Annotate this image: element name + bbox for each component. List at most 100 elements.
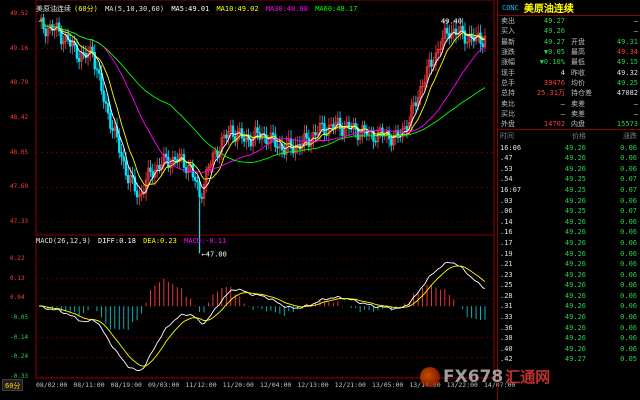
tick-row[interactable]: .42 49.27 0.05 <box>498 354 640 365</box>
quote-value: — <box>633 27 638 36</box>
quote-value: 49.27 <box>543 17 565 26</box>
candle-body <box>193 176 197 181</box>
tick-header: 时间 价格 涨跌 <box>498 130 640 142</box>
candle-body <box>98 69 101 74</box>
fx678-logo-icon <box>420 366 440 387</box>
tick-time: .06 <box>500 207 513 216</box>
quote-table: 卖出 49.27 — 买入 49.26 — 最新 49.27 开盘 49.31 涨跌 ▼0.05 最高 4… <box>498 16 640 129</box>
tick-change: 0.06 <box>620 228 637 237</box>
quote-value: 49.26 <box>543 27 565 36</box>
tick-change: 0.06 <box>620 154 637 163</box>
candle-body <box>198 181 201 198</box>
quote-value: 49.15 <box>616 58 638 67</box>
tick-change: 0.05 <box>620 355 637 364</box>
tick-row[interactable]: 16:06 49.26 0.06 <box>498 142 640 153</box>
candle-body <box>231 125 235 137</box>
tick-row[interactable]: .38 49.26 0.06 <box>498 333 640 344</box>
candle-body <box>106 103 110 114</box>
tick-row[interactable]: .23 49.26 0.06 <box>498 269 640 280</box>
tick-time: 16:07 <box>500 185 522 194</box>
price-tick-label: 48.42 <box>10 114 29 121</box>
tick-price: 49.26 <box>564 270 586 279</box>
quote-label: 买比 <box>501 109 515 118</box>
tick-time: .40 <box>500 344 513 353</box>
candle-body <box>120 152 123 158</box>
price-chart[interactable]: 49.40 ←47.00 <box>0 0 497 400</box>
tick-row[interactable]: .25 49.26 0.06 <box>498 280 640 291</box>
time-tick-label: 09/03:00 <box>148 381 180 389</box>
tick-change: 0.07 <box>620 175 637 184</box>
candle-body <box>323 123 326 136</box>
tick-list[interactable]: 16:06 49.26 0.06.47 49.26 0.06.53 49.26 0.06.5… <box>498 142 640 364</box>
candle-body <box>149 167 152 172</box>
tick-time: .25 <box>500 281 513 290</box>
quote-value: — <box>633 109 638 118</box>
tick-row[interactable]: .54 49.25 0.07 <box>498 174 640 185</box>
tick-row[interactable]: .53 49.26 0.06 <box>498 163 640 174</box>
period-label: (60分) <box>74 5 98 13</box>
tick-change: 0.06 <box>620 260 637 269</box>
tick-time: .19 <box>500 249 513 258</box>
tick-row[interactable]: .47 49.26 0.06 <box>498 153 640 164</box>
tick-row[interactable]: .06 49.25 0.07 <box>498 206 640 217</box>
tick-price: 49.26 <box>564 217 586 226</box>
quote-value: 49.34 <box>616 48 638 57</box>
tick-change: 0.06 <box>620 238 637 247</box>
tick-time: .38 <box>500 334 513 343</box>
quote-value: 15573 <box>616 120 638 129</box>
time-tick-label: 08/02:00 <box>36 381 68 389</box>
chart-panel[interactable]: 49.40 ←47.00 美原油连续 (60分) MA(5,10,30,60) MA… <box>0 0 515 400</box>
price-tick-label: 49.52 <box>10 10 29 17</box>
tick-row[interactable]: .40 49.26 0.06 <box>498 344 640 355</box>
tick-row[interactable]: .17 49.26 0.06 <box>498 238 640 249</box>
candle-body <box>341 128 344 136</box>
candle-body <box>95 68 99 71</box>
candle-body <box>109 112 112 129</box>
tick-row[interactable]: .19 49.26 0.06 <box>498 248 640 259</box>
tick-row[interactable]: .21 49.26 0.06 <box>498 259 640 270</box>
instrument-title: 美原油连续 <box>523 4 574 15</box>
quote-row: 涨幅 ▼0.10% 最低 49.15 <box>498 57 640 67</box>
quote-label: 昨收 <box>571 68 585 77</box>
candle-body <box>314 132 317 136</box>
tick-change: 0.06 <box>620 143 637 152</box>
time-tick-label: 08/11:00 <box>73 381 105 389</box>
quote-label: 均价 <box>571 78 585 87</box>
candle-body <box>102 90 105 102</box>
macd-params: MACD(26,12,9) <box>36 237 91 245</box>
quote-label: 卖差 <box>571 109 585 118</box>
tick-price: 49.26 <box>564 281 586 290</box>
candle-body <box>196 180 199 183</box>
macd-tick-label: -0.05 <box>10 314 29 321</box>
tick-row[interactable]: .14 49.26 0.06 <box>498 216 640 227</box>
tick-row[interactable]: 16:07 49.25 0.07 <box>498 185 640 196</box>
candle-body <box>111 128 114 131</box>
tick-price: 49.26 <box>564 313 586 322</box>
quote-row: 卖出 49.27 — <box>498 16 640 26</box>
tick-row[interactable]: .33 49.26 0.06 <box>498 312 640 323</box>
quote-value: — <box>560 99 565 108</box>
tick-time: .17 <box>500 238 513 247</box>
tick-time: .53 <box>500 164 513 173</box>
candle-body <box>481 43 484 48</box>
tick-row[interactable]: .16 49.26 0.06 <box>498 227 640 238</box>
candle-body <box>173 156 177 160</box>
tick-price: 49.26 <box>564 323 586 332</box>
tick-time: 16:06 <box>500 143 522 152</box>
quote-value: 49.25 <box>616 78 638 87</box>
quote-label: 现手 <box>501 68 515 77</box>
macd-tick-label: 0.04 <box>10 294 25 302</box>
tick-row[interactable]: .28 49.26 0.06 <box>498 291 640 302</box>
tick-price: 49.26 <box>564 154 586 163</box>
period-selector-button[interactable]: 60分 <box>2 379 24 391</box>
tick-row[interactable]: .36 49.26 0.06 <box>498 322 640 333</box>
candle-body <box>124 160 128 176</box>
candle-body <box>164 153 168 158</box>
tick-price: 49.26 <box>564 143 586 152</box>
price-tick-label: 48.79 <box>10 79 29 87</box>
quote-label: 外盘 <box>501 120 515 129</box>
time-tick-label: 08/19:00 <box>110 381 142 389</box>
ma10-value: MA10:49.02 <box>216 5 259 13</box>
tick-row[interactable]: .03 49.26 0.06 <box>498 195 640 206</box>
tick-row[interactable]: .31 49.26 0.06 <box>498 301 640 312</box>
